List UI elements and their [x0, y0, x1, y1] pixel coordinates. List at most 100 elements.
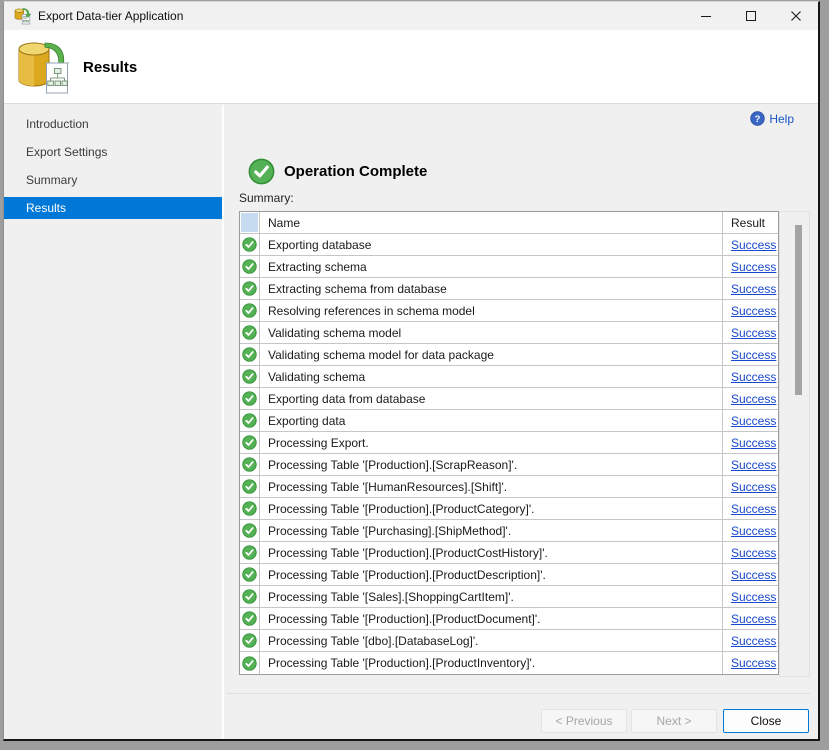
row-name: Extracting schema from database: [260, 278, 723, 300]
row-check-icon: [242, 369, 257, 384]
column-header-result[interactable]: Result: [723, 212, 778, 234]
table-row: Extracting schema from database Success: [240, 278, 778, 300]
row-status-cell: [240, 322, 260, 344]
scrollbar-thumb[interactable]: [795, 225, 802, 395]
row-status-cell: [240, 520, 260, 542]
row-check-icon: [242, 633, 257, 648]
row-status-cell: [240, 652, 260, 674]
row-status-cell: [240, 300, 260, 322]
row-name: Processing Table '[Sales].[ShoppingCartI…: [260, 586, 723, 608]
column-header-name[interactable]: Name: [260, 212, 723, 234]
row-name: Exporting database: [260, 234, 723, 256]
svg-text:?: ?: [755, 114, 761, 124]
table-row: Processing Table '[HumanResources].[Shif…: [240, 476, 778, 498]
success-link[interactable]: Success: [731, 414, 776, 428]
row-check-icon: [242, 479, 257, 494]
table-row: Processing Export. Success: [240, 432, 778, 454]
row-check-icon: [242, 523, 257, 538]
table-row: Exporting database Success: [240, 234, 778, 256]
row-check-icon: [242, 237, 257, 252]
row-result-cell: Success: [723, 520, 778, 542]
success-link[interactable]: Success: [731, 590, 776, 604]
success-link[interactable]: Success: [731, 392, 776, 406]
window-title: Export Data-tier Application: [38, 9, 683, 23]
row-result-cell: Success: [723, 410, 778, 432]
operation-status: Operation Complete: [248, 158, 427, 185]
maximize-button[interactable]: [728, 2, 773, 30]
row-status-cell: [240, 564, 260, 586]
results-table: Name Result Exporting d: [239, 211, 779, 675]
row-name: Validating schema: [260, 366, 723, 388]
success-link[interactable]: Success: [731, 238, 776, 252]
row-status-cell: [240, 256, 260, 278]
row-name: Exporting data from database: [260, 388, 723, 410]
success-link[interactable]: Success: [731, 546, 776, 560]
previous-button[interactable]: < Previous: [541, 709, 627, 733]
close-button[interactable]: [773, 2, 818, 30]
row-name: Processing Table '[dbo].[DatabaseLog]'.: [260, 630, 723, 652]
table-row: Extracting schema Success: [240, 256, 778, 278]
sidebar-item-export-settings[interactable]: Export Settings: [4, 141, 222, 163]
row-name: Resolving references in schema model: [260, 300, 723, 322]
help-link[interactable]: ? Help: [750, 111, 794, 126]
wizard-steps-sidebar: Introduction Export Settings Summary Res…: [4, 105, 224, 739]
table-row: Processing Table '[Production].[ProductC…: [240, 542, 778, 564]
row-check-icon: [242, 545, 257, 560]
row-status-cell: [240, 476, 260, 498]
close-dialog-button[interactable]: Close: [723, 709, 809, 733]
row-name: Processing Table '[Production].[ScrapRea…: [260, 454, 723, 476]
row-status-cell: [240, 586, 260, 608]
table-header-row: Name Result: [240, 212, 778, 234]
row-check-icon: [242, 259, 257, 274]
help-icon: ?: [750, 111, 765, 126]
success-link[interactable]: Success: [731, 304, 776, 318]
success-link[interactable]: Success: [731, 524, 776, 538]
success-link[interactable]: Success: [731, 282, 776, 296]
row-status-cell: [240, 278, 260, 300]
next-button[interactable]: Next >: [631, 709, 717, 733]
sidebar-item-introduction[interactable]: Introduction: [4, 113, 222, 135]
main-area: Introduction Export Settings Summary Res…: [4, 105, 818, 739]
table-row: Validating schema model Success: [240, 322, 778, 344]
row-check-icon: [242, 435, 257, 450]
help-label: Help: [769, 112, 794, 126]
close-icon: [790, 10, 802, 22]
row-result-cell: Success: [723, 388, 778, 410]
sidebar-item-results[interactable]: Results: [4, 197, 222, 219]
operation-complete-title: Operation Complete: [284, 163, 427, 180]
summary-label: Summary:: [239, 191, 294, 205]
success-link[interactable]: Success: [731, 634, 776, 648]
row-check-icon: [242, 347, 257, 362]
success-link[interactable]: Success: [731, 370, 776, 384]
page-title: Results: [83, 59, 137, 76]
header-select-all-cell[interactable]: [240, 212, 260, 234]
row-name: Processing Export.: [260, 432, 723, 454]
row-name: Processing Table '[Production].[ProductC…: [260, 542, 723, 564]
titlebar[interactable]: Export Data-tier Application: [4, 2, 818, 30]
row-check-icon: [242, 281, 257, 296]
success-link[interactable]: Success: [731, 260, 776, 274]
row-name: Processing Table '[Production].[ProductC…: [260, 498, 723, 520]
success-link[interactable]: Success: [731, 326, 776, 340]
row-status-cell: [240, 608, 260, 630]
results-table-body: Exporting database Success: [240, 234, 778, 674]
row-check-icon: [242, 501, 257, 516]
minimize-button[interactable]: [683, 2, 728, 30]
row-status-cell: [240, 432, 260, 454]
row-result-cell: Success: [723, 608, 778, 630]
row-result-cell: Success: [723, 366, 778, 388]
row-check-icon: [242, 589, 257, 604]
success-link[interactable]: Success: [731, 436, 776, 450]
success-link[interactable]: Success: [731, 656, 776, 670]
success-link[interactable]: Success: [731, 458, 776, 472]
sidebar-item-summary[interactable]: Summary: [4, 169, 222, 191]
table-vertical-scrollbar[interactable]: [779, 211, 810, 677]
success-link[interactable]: Success: [731, 502, 776, 516]
row-name: Processing Table '[Production].[ProductD…: [260, 608, 723, 630]
row-status-cell: [240, 410, 260, 432]
success-link[interactable]: Success: [731, 480, 776, 494]
success-link[interactable]: Success: [731, 348, 776, 362]
success-link[interactable]: Success: [731, 568, 776, 582]
table-row: Processing Table '[Production].[ScrapRea…: [240, 454, 778, 476]
success-link[interactable]: Success: [731, 612, 776, 626]
